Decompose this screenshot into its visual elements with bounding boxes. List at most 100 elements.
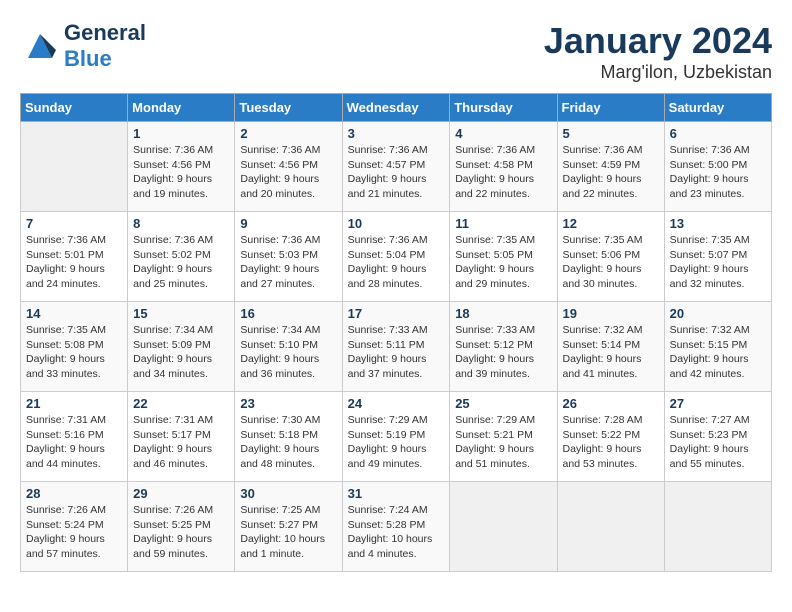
calendar-table: SundayMondayTuesdayWednesdayThursdayFrid… bbox=[20, 93, 772, 572]
weekday-header-wednesday: Wednesday bbox=[342, 94, 450, 122]
weekday-header-tuesday: Tuesday bbox=[235, 94, 342, 122]
day-info: Sunrise: 7:25 AMSunset: 5:27 PMDaylight:… bbox=[240, 503, 336, 562]
day-info: Sunrise: 7:36 AMSunset: 5:02 PMDaylight:… bbox=[133, 233, 229, 292]
day-cell: 19Sunrise: 7:32 AMSunset: 5:14 PMDayligh… bbox=[557, 302, 664, 392]
day-info: Sunrise: 7:36 AMSunset: 4:59 PMDaylight:… bbox=[563, 143, 659, 202]
day-info: Sunrise: 7:35 AMSunset: 5:07 PMDaylight:… bbox=[670, 233, 766, 292]
day-info: Sunrise: 7:31 AMSunset: 5:16 PMDaylight:… bbox=[26, 413, 122, 472]
day-cell: 3 Sunrise: 7:36 AMSunset: 4:57 PMDaylight… bbox=[342, 122, 450, 212]
day-cell bbox=[664, 482, 771, 572]
day-cell: 20Sunrise: 7:32 AMSunset: 5:15 PMDayligh… bbox=[664, 302, 771, 392]
day-cell: 23 Sunrise: 7:30 AMSunset: 5:18 PMDayligh… bbox=[235, 392, 342, 482]
day-cell: 27 Sunrise: 7:27 AMSunset: 5:23 PMDayligh… bbox=[664, 392, 771, 482]
day-number: 15 bbox=[133, 306, 229, 321]
day-number: 26 bbox=[563, 396, 659, 411]
day-number: 16 bbox=[240, 306, 336, 321]
day-cell: 13 Sunrise: 7:35 AMSunset: 5:07 PMDayligh… bbox=[664, 212, 771, 302]
day-cell bbox=[557, 482, 664, 572]
week-row-5: 28 Sunrise: 7:26 AMSunset: 5:24 PMDayligh… bbox=[21, 482, 772, 572]
week-row-3: 14 Sunrise: 7:35 AMSunset: 5:08 PMDayligh… bbox=[21, 302, 772, 392]
day-info: Sunrise: 7:34 AMSunset: 5:10 PMDaylight:… bbox=[240, 323, 336, 382]
logo-icon bbox=[20, 26, 60, 66]
day-info: Sunrise: 7:30 AMSunset: 5:18 PMDaylight:… bbox=[240, 413, 336, 472]
day-cell: 28 Sunrise: 7:26 AMSunset: 5:24 PMDayligh… bbox=[21, 482, 128, 572]
day-number: 11 bbox=[455, 216, 551, 231]
day-number: 14 bbox=[26, 306, 122, 321]
day-number: 28 bbox=[26, 486, 122, 501]
day-cell: 31 Sunrise: 7:24 AMSunset: 5:28 PMDayligh… bbox=[342, 482, 450, 572]
day-info: Sunrise: 7:24 AMSunset: 5:28 PMDaylight:… bbox=[348, 503, 445, 562]
week-row-2: 7 Sunrise: 7:36 AMSunset: 5:01 PMDaylight… bbox=[21, 212, 772, 302]
day-info: Sunrise: 7:36 AMSunset: 4:57 PMDaylight:… bbox=[348, 143, 445, 202]
day-cell: 18Sunrise: 7:33 AMSunset: 5:12 PMDayligh… bbox=[450, 302, 557, 392]
day-number: 5 bbox=[563, 126, 659, 141]
day-number: 13 bbox=[670, 216, 766, 231]
day-cell: 25Sunrise: 7:29 AMSunset: 5:21 PMDayligh… bbox=[450, 392, 557, 482]
day-number: 3 bbox=[348, 126, 445, 141]
day-info: Sunrise: 7:35 AMSunset: 5:05 PMDaylight:… bbox=[455, 233, 551, 292]
day-number: 25 bbox=[455, 396, 551, 411]
day-number: 21 bbox=[26, 396, 122, 411]
day-info: Sunrise: 7:32 AMSunset: 5:14 PMDaylight:… bbox=[563, 323, 659, 382]
day-number: 23 bbox=[240, 396, 336, 411]
day-number: 31 bbox=[348, 486, 445, 501]
day-info: Sunrise: 7:35 AMSunset: 5:06 PMDaylight:… bbox=[563, 233, 659, 292]
day-cell: 29Sunrise: 7:26 AMSunset: 5:25 PMDayligh… bbox=[128, 482, 235, 572]
day-cell: 7 Sunrise: 7:36 AMSunset: 5:01 PMDaylight… bbox=[21, 212, 128, 302]
weekday-header-thursday: Thursday bbox=[450, 94, 557, 122]
day-cell: 17 Sunrise: 7:33 AMSunset: 5:11 PMDayligh… bbox=[342, 302, 450, 392]
day-cell bbox=[21, 122, 128, 212]
day-number: 1 bbox=[133, 126, 229, 141]
day-number: 12 bbox=[563, 216, 659, 231]
day-cell: 30 Sunrise: 7:25 AMSunset: 5:27 PMDayligh… bbox=[235, 482, 342, 572]
day-info: Sunrise: 7:36 AMSunset: 5:04 PMDaylight:… bbox=[348, 233, 445, 292]
day-cell: 10Sunrise: 7:36 AMSunset: 5:04 PMDayligh… bbox=[342, 212, 450, 302]
day-cell: 11 Sunrise: 7:35 AMSunset: 5:05 PMDayligh… bbox=[450, 212, 557, 302]
day-cell: 21 Sunrise: 7:31 AMSunset: 5:16 PMDayligh… bbox=[21, 392, 128, 482]
day-cell: 15 Sunrise: 7:34 AMSunset: 5:09 PMDayligh… bbox=[128, 302, 235, 392]
day-cell: 12 Sunrise: 7:35 AMSunset: 5:06 PMDayligh… bbox=[557, 212, 664, 302]
day-info: Sunrise: 7:35 AMSunset: 5:08 PMDaylight:… bbox=[26, 323, 122, 382]
day-cell: 24Sunrise: 7:29 AMSunset: 5:19 PMDayligh… bbox=[342, 392, 450, 482]
day-cell: 22Sunrise: 7:31 AMSunset: 5:17 PMDayligh… bbox=[128, 392, 235, 482]
logo: General Blue bbox=[20, 20, 146, 72]
day-cell: 8 Sunrise: 7:36 AMSunset: 5:02 PMDaylight… bbox=[128, 212, 235, 302]
day-info: Sunrise: 7:27 AMSunset: 5:23 PMDaylight:… bbox=[670, 413, 766, 472]
weekday-header-monday: Monday bbox=[128, 94, 235, 122]
day-cell: 2Sunrise: 7:36 AMSunset: 4:56 PMDaylight… bbox=[235, 122, 342, 212]
day-number: 8 bbox=[133, 216, 229, 231]
day-info: Sunrise: 7:34 AMSunset: 5:09 PMDaylight:… bbox=[133, 323, 229, 382]
day-number: 30 bbox=[240, 486, 336, 501]
day-number: 27 bbox=[670, 396, 766, 411]
day-number: 4 bbox=[455, 126, 551, 141]
day-number: 29 bbox=[133, 486, 229, 501]
day-info: Sunrise: 7:33 AMSunset: 5:11 PMDaylight:… bbox=[348, 323, 445, 382]
logo-blue: Blue bbox=[64, 46, 112, 71]
day-number: 17 bbox=[348, 306, 445, 321]
location-title: Marg'ilon, Uzbekistan bbox=[544, 62, 772, 83]
day-number: 20 bbox=[670, 306, 766, 321]
day-info: Sunrise: 7:36 AMSunset: 4:58 PMDaylight:… bbox=[455, 143, 551, 202]
week-row-1: 1 Sunrise: 7:36 AMSunset: 4:56 PMDaylight… bbox=[21, 122, 772, 212]
day-info: Sunrise: 7:36 AMSunset: 4:56 PMDaylight:… bbox=[133, 143, 229, 202]
weekday-header-saturday: Saturday bbox=[664, 94, 771, 122]
weekday-header-row: SundayMondayTuesdayWednesdayThursdayFrid… bbox=[21, 94, 772, 122]
day-info: Sunrise: 7:36 AMSunset: 5:01 PMDaylight:… bbox=[26, 233, 122, 292]
day-info: Sunrise: 7:36 AMSunset: 5:03 PMDaylight:… bbox=[240, 233, 336, 292]
day-number: 24 bbox=[348, 396, 445, 411]
day-info: Sunrise: 7:36 AMSunset: 5:00 PMDaylight:… bbox=[670, 143, 766, 202]
day-info: Sunrise: 7:26 AMSunset: 5:24 PMDaylight:… bbox=[26, 503, 122, 562]
day-cell bbox=[450, 482, 557, 572]
day-number: 6 bbox=[670, 126, 766, 141]
logo-general: General bbox=[64, 20, 146, 45]
title-block: January 2024 Marg'ilon, Uzbekistan bbox=[544, 20, 772, 83]
day-number: 18 bbox=[455, 306, 551, 321]
day-cell: 16 Sunrise: 7:34 AMSunset: 5:10 PMDayligh… bbox=[235, 302, 342, 392]
day-cell: 1 Sunrise: 7:36 AMSunset: 4:56 PMDaylight… bbox=[128, 122, 235, 212]
month-title: January 2024 bbox=[544, 20, 772, 62]
day-cell: 26Sunrise: 7:28 AMSunset: 5:22 PMDayligh… bbox=[557, 392, 664, 482]
day-number: 7 bbox=[26, 216, 122, 231]
day-number: 9 bbox=[240, 216, 336, 231]
page-header: General Blue January 2024 Marg'ilon, Uzb… bbox=[20, 20, 772, 83]
weekday-header-sunday: Sunday bbox=[21, 94, 128, 122]
